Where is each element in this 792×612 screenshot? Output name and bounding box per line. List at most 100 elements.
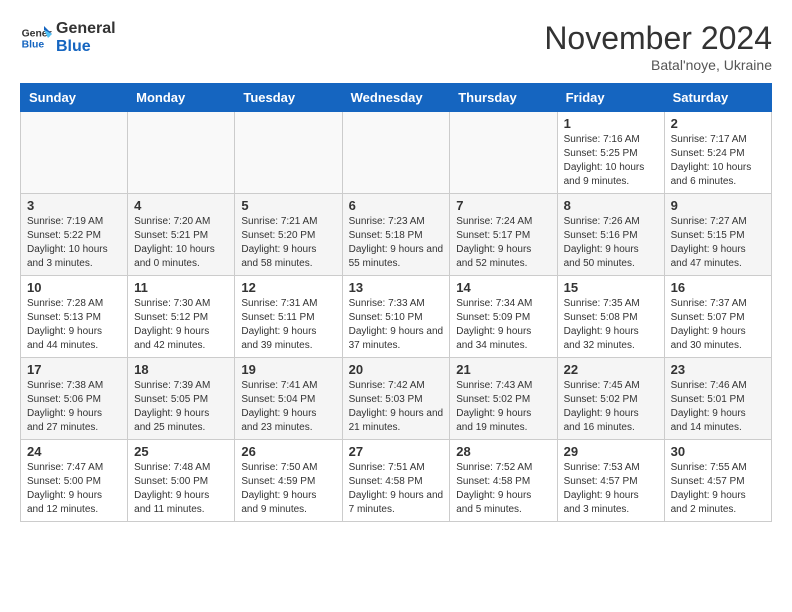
calendar-cell: 17Sunrise: 7:38 AMSunset: 5:06 PMDayligh…: [21, 358, 128, 440]
day-info: Sunrise: 7:55 AM: [671, 461, 765, 475]
day-info: Sunrise: 7:52 AM: [456, 461, 550, 475]
calendar-cell: 14Sunrise: 7:34 AMSunset: 5:09 PMDayligh…: [450, 276, 557, 358]
day-info: Sunrise: 7:19 AM: [27, 215, 121, 229]
calendar-cell: 22Sunrise: 7:45 AMSunset: 5:02 PMDayligh…: [557, 358, 664, 440]
day-info: Daylight: 9 hours and 30 minutes.: [671, 325, 765, 353]
day-info: Sunset: 5:25 PM: [564, 147, 658, 161]
day-number: 11: [134, 280, 228, 295]
calendar-week-3: 10Sunrise: 7:28 AMSunset: 5:13 PMDayligh…: [21, 276, 772, 358]
calendar-cell: 13Sunrise: 7:33 AMSunset: 5:10 PMDayligh…: [342, 276, 450, 358]
calendar-cell: 28Sunrise: 7:52 AMSunset: 4:58 PMDayligh…: [450, 440, 557, 522]
day-info: Daylight: 9 hours and 19 minutes.: [456, 407, 550, 435]
day-info: Sunrise: 7:43 AM: [456, 379, 550, 393]
day-info: Daylight: 9 hours and 21 minutes.: [349, 407, 444, 435]
calendar-cell: 12 Sunrise: 7:31 AMSunset: 5:11 PMDayligh…: [235, 276, 342, 358]
day-number: 26: [241, 444, 335, 459]
day-number: 15: [564, 280, 658, 295]
calendar-cell: [21, 112, 128, 194]
calendar-cell: 21Sunrise: 7:43 AMSunset: 5:02 PMDayligh…: [450, 358, 557, 440]
day-info: Sunset: 5:21 PM: [134, 229, 228, 243]
location: Batal'noye, Ukraine: [544, 57, 772, 73]
calendar-cell: 29Sunrise: 7:53 AMSunset: 4:57 PMDayligh…: [557, 440, 664, 522]
day-number: 18: [134, 362, 228, 377]
calendar-cell: 10Sunrise: 7:28 AMSunset: 5:13 PMDayligh…: [21, 276, 128, 358]
day-info: Daylight: 9 hours and 39 minutes.: [241, 325, 335, 353]
day-info: Daylight: 9 hours and 52 minutes.: [456, 243, 550, 271]
calendar-cell: [450, 112, 557, 194]
day-info: Sunrise: 7:51 AM: [349, 461, 444, 475]
calendar-cell: 9Sunrise: 7:27 AMSunset: 5:15 PMDaylight…: [664, 194, 771, 276]
page-header: General Blue General Blue November 2024 …: [20, 20, 772, 73]
day-info: Daylight: 9 hours and 9 minutes.: [241, 489, 335, 517]
day-number: 17: [27, 362, 121, 377]
day-info: Daylight: 9 hours and 44 minutes.: [27, 325, 121, 353]
calendar-cell: 11Sunrise: 7:30 AMSunset: 5:12 PMDayligh…: [128, 276, 235, 358]
day-info: Daylight: 9 hours and 25 minutes.: [134, 407, 228, 435]
calendar-cell: 18 Sunrise: 7:39 AMSunset: 5:05 PMDayligh…: [128, 358, 235, 440]
day-number: 13: [349, 280, 444, 295]
day-header-tuesday: Tuesday: [235, 84, 342, 112]
day-info: Daylight: 9 hours and 42 minutes.: [134, 325, 228, 353]
day-number: 16: [671, 280, 765, 295]
day-number: 7: [456, 198, 550, 213]
day-number: 25: [134, 444, 228, 459]
svg-text:Blue: Blue: [22, 39, 45, 50]
day-info: Sunrise: 7:50 AM: [241, 461, 335, 475]
day-number: 28: [456, 444, 550, 459]
day-info: Sunset: 5:07 PM: [671, 311, 765, 325]
day-info: Sunset: 5:17 PM: [456, 229, 550, 243]
calendar-cell: 23Sunrise: 7:46 AMSunset: 5:01 PMDayligh…: [664, 358, 771, 440]
day-info: Sunset: 5:20 PM: [241, 229, 335, 243]
day-info: Sunrise: 7:31 AM: [241, 297, 335, 311]
day-number: 8: [564, 198, 658, 213]
day-info: Sunset: 5:09 PM: [456, 311, 550, 325]
calendar-cell: 16Sunrise: 7:37 AMSunset: 5:07 PMDayligh…: [664, 276, 771, 358]
day-header-friday: Friday: [557, 84, 664, 112]
day-number: 2: [671, 116, 765, 131]
month-title: November 2024: [544, 20, 772, 57]
day-info: Sunset: 5:11 PM: [241, 311, 335, 325]
calendar-week-4: 17 Sunrise: 7:38 AMSunset: 5:06 PM Dayligh…: [21, 358, 772, 440]
day-number: 6: [349, 198, 444, 213]
day-info: Sunset: 5:05 PM: [134, 393, 228, 407]
day-info: Sunset: 5:06 PM: [27, 393, 121, 407]
day-number: 19: [241, 362, 335, 377]
calendar-cell: 30Sunrise: 7:55 AMSunset: 4:57 PMDayligh…: [664, 440, 771, 522]
calendar-cell: [128, 112, 235, 194]
day-number: 23: [671, 362, 765, 377]
calendar-cell: 20Sunrise: 7:42 AMSunset: 5:03 PMDayligh…: [342, 358, 450, 440]
day-number: 9: [671, 198, 765, 213]
day-info: Sunset: 5:13 PM: [27, 311, 121, 325]
day-info: Sunset: 5:12 PM: [134, 311, 228, 325]
day-info: Sunset: 5:24 PM: [671, 147, 765, 161]
day-number: 12: [241, 280, 335, 295]
day-info: Sunrise: 7:53 AM: [564, 461, 658, 475]
day-info: Sunrise: 7:33 AM: [349, 297, 444, 311]
day-info: Daylight: 9 hours and 7 minutes.: [349, 489, 444, 517]
calendar-cell: 5Sunrise: 7:21 AMSunset: 5:20 PMDaylight…: [235, 194, 342, 276]
calendar-cell: 26Sunrise: 7:50 AMSunset: 4:59 PMDayligh…: [235, 440, 342, 522]
day-info: Daylight: 9 hours and 3 minutes.: [564, 489, 658, 517]
logo: General Blue General Blue: [20, 20, 116, 55]
day-number: 5: [241, 198, 335, 213]
day-info: Sunrise: 7:39 AM: [134, 379, 228, 393]
day-info: Daylight: 9 hours and 23 minutes.: [241, 407, 335, 435]
calendar-week-5: 24Sunrise: 7:47 AMSunset: 5:00 PMDayligh…: [21, 440, 772, 522]
calendar-cell: 3Sunrise: 7:19 AMSunset: 5:22 PMDaylight…: [21, 194, 128, 276]
day-info: Sunrise: 7:20 AM: [134, 215, 228, 229]
day-info: Sunset: 5:18 PM: [349, 229, 444, 243]
day-info: Sunset: 4:58 PM: [456, 475, 550, 489]
day-header-saturday: Saturday: [664, 84, 771, 112]
day-info: Sunrise: 7:34 AM: [456, 297, 550, 311]
day-number: 30: [671, 444, 765, 459]
day-info: Daylight: 9 hours and 32 minutes.: [564, 325, 658, 353]
day-info: Sunrise: 7:38 AM: [27, 379, 121, 393]
day-info: Sunset: 5:01 PM: [671, 393, 765, 407]
day-number: 20: [349, 362, 444, 377]
day-info: Sunset: 4:57 PM: [671, 475, 765, 489]
day-info: Sunset: 5:02 PM: [564, 393, 658, 407]
day-info: Sunset: 5:03 PM: [349, 393, 444, 407]
day-info: Sunset: 5:15 PM: [671, 229, 765, 243]
day-number: 27: [349, 444, 444, 459]
calendar-cell: 15Sunrise: 7:35 AMSunset: 5:08 PMDayligh…: [557, 276, 664, 358]
